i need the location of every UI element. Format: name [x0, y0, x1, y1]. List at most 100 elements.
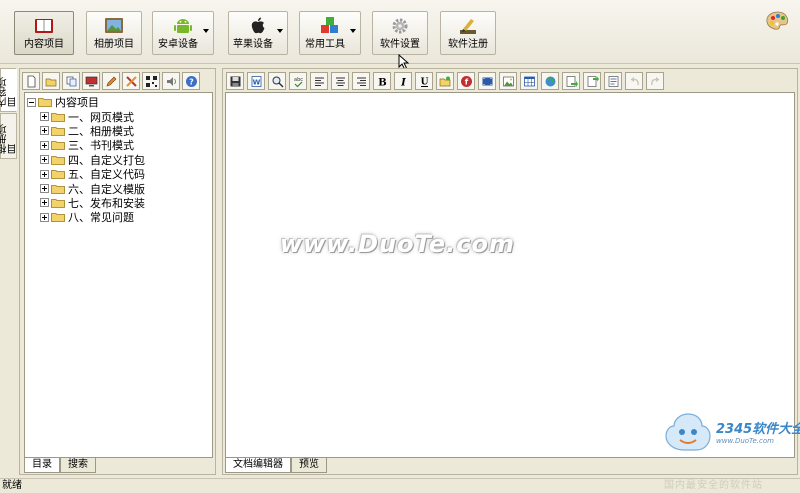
- mascot-logo-icon: [665, 413, 711, 451]
- directory-tree: 内容项目 一、网页模式 二、相册模式 三、书刊模式 四、自定义打包 五、自定义代…: [24, 92, 213, 458]
- qrcode-button[interactable]: [142, 72, 160, 90]
- search-icon: [272, 76, 284, 88]
- editor-toolbar: W abc B I U f: [226, 72, 664, 90]
- word-document-icon: W: [251, 75, 261, 87]
- chevron-down-icon[interactable]: [350, 29, 356, 33]
- bold-icon: B: [378, 77, 386, 88]
- status-text: 就绪: [2, 480, 22, 491]
- copy-icon: [66, 76, 76, 86]
- tree-item[interactable]: 二、相册模式: [25, 124, 212, 138]
- find-button[interactable]: [268, 72, 286, 90]
- new-doc-button[interactable]: [22, 72, 40, 90]
- tab-directory[interactable]: 目录: [24, 458, 60, 473]
- svg-text:f: f: [464, 77, 468, 86]
- tree-root[interactable]: 内容项目: [25, 95, 212, 109]
- apple-device-button[interactable]: 苹果设备: [228, 11, 288, 55]
- software-register-button[interactable]: 软件注册: [440, 11, 496, 55]
- folder-image-icon: [439, 76, 450, 86]
- save-button[interactable]: [226, 72, 244, 90]
- android-device-button[interactable]: 安卓设备: [152, 11, 214, 55]
- insert-video-button[interactable]: [478, 72, 496, 90]
- copy-button[interactable]: [62, 72, 80, 90]
- svg-text:I: I: [400, 77, 406, 88]
- software-settings-button[interactable]: 软件设置: [372, 11, 428, 55]
- insert-link-button[interactable]: [541, 72, 559, 90]
- tree-item[interactable]: 四、自定义打包: [25, 153, 212, 167]
- common-tools-button[interactable]: 常用工具: [299, 11, 361, 55]
- expand-icon[interactable]: [40, 184, 49, 194]
- side-tab-album-project[interactable]: 相册项目: [0, 113, 19, 159]
- spellcheck-button[interactable]: abc: [289, 72, 307, 90]
- site-logo: 2345软件大全 www.DuoTe.com: [660, 410, 800, 460]
- italic-button[interactable]: I: [394, 72, 412, 90]
- android-icon: [174, 19, 192, 33]
- globe-icon: [545, 76, 555, 86]
- insert-attachment-button[interactable]: [562, 72, 580, 90]
- align-center-icon: [335, 77, 345, 86]
- insert-table-button[interactable]: [520, 72, 538, 90]
- open-folder-button[interactable]: [42, 72, 60, 90]
- align-left-icon: [314, 77, 324, 86]
- insert-picture-button[interactable]: [499, 72, 517, 90]
- qrcode-icon: [145, 75, 157, 87]
- tree-item[interactable]: 七、发布和安装: [25, 196, 212, 210]
- logo-url: www.DuoTe.com: [716, 437, 774, 445]
- insert-template-button[interactable]: [604, 72, 622, 90]
- chevron-down-icon[interactable]: [203, 29, 209, 33]
- expand-icon[interactable]: [40, 212, 49, 222]
- tab-search[interactable]: 搜索: [60, 458, 96, 473]
- expand-icon[interactable]: [40, 155, 49, 165]
- flash-icon: f: [460, 75, 472, 87]
- watermark-text: www.DuoTe.com: [280, 230, 515, 258]
- bold-button[interactable]: B: [373, 72, 391, 90]
- tree-item[interactable]: 一、网页模式: [25, 109, 212, 124]
- align-left-button[interactable]: [310, 72, 328, 90]
- tab-preview[interactable]: 预览: [291, 458, 327, 473]
- export-button[interactable]: [583, 72, 601, 90]
- word-import-button[interactable]: W: [247, 72, 265, 90]
- gear-icon: [392, 18, 408, 34]
- redo-button[interactable]: [646, 72, 664, 90]
- folder-icon: [38, 98, 52, 108]
- folder-icon: [51, 141, 65, 151]
- tab-document-editor[interactable]: 文档编辑器: [225, 458, 291, 473]
- tools-blocks-icon: [321, 17, 338, 33]
- export-document-icon: [587, 75, 599, 87]
- svg-text:?: ?: [189, 77, 194, 86]
- expand-icon[interactable]: [40, 169, 49, 179]
- picture-icon: [502, 76, 514, 86]
- skin-palette-icon[interactable]: [765, 10, 791, 32]
- tree-item[interactable]: 六、自定义模版: [25, 181, 212, 196]
- film-icon: [482, 77, 492, 85]
- directory-tabs: 目录 搜索: [24, 458, 96, 473]
- underline-button[interactable]: U: [415, 72, 433, 90]
- collapse-icon[interactable]: [27, 97, 36, 107]
- edit-button[interactable]: [102, 72, 120, 90]
- document-editor[interactable]: [225, 92, 795, 458]
- expand-icon[interactable]: [40, 112, 49, 122]
- expand-icon[interactable]: [40, 198, 49, 208]
- content-project-button[interactable]: 内容项目: [14, 11, 74, 55]
- delete-button[interactable]: [122, 72, 140, 90]
- align-right-button[interactable]: [352, 72, 370, 90]
- tree-item[interactable]: 三、书刊模式: [25, 138, 212, 152]
- align-center-button[interactable]: [331, 72, 349, 90]
- help-button[interactable]: ?: [182, 72, 200, 90]
- audio-button[interactable]: [162, 72, 180, 90]
- folder-icon: [51, 199, 65, 208]
- side-tab-content-project[interactable]: 内容项目: [0, 68, 19, 112]
- edit-pencil-icon: [106, 76, 116, 86]
- folder-icon: [51, 112, 65, 122]
- help-icon: ?: [185, 75, 197, 87]
- expand-icon[interactable]: [40, 126, 49, 136]
- tree-item[interactable]: 五、自定义代码: [25, 167, 212, 181]
- tree-item[interactable]: 八、常见问题: [25, 210, 212, 224]
- chevron-down-icon[interactable]: [277, 29, 283, 33]
- album-project-button[interactable]: 相册项目: [86, 11, 142, 55]
- undo-button[interactable]: [625, 72, 643, 90]
- expand-icon[interactable]: [40, 140, 49, 150]
- side-tabs: 内容项目 相册项目: [0, 68, 19, 160]
- insert-flash-button[interactable]: f: [457, 72, 475, 90]
- import-button[interactable]: [82, 72, 100, 90]
- insert-image-button[interactable]: [436, 72, 454, 90]
